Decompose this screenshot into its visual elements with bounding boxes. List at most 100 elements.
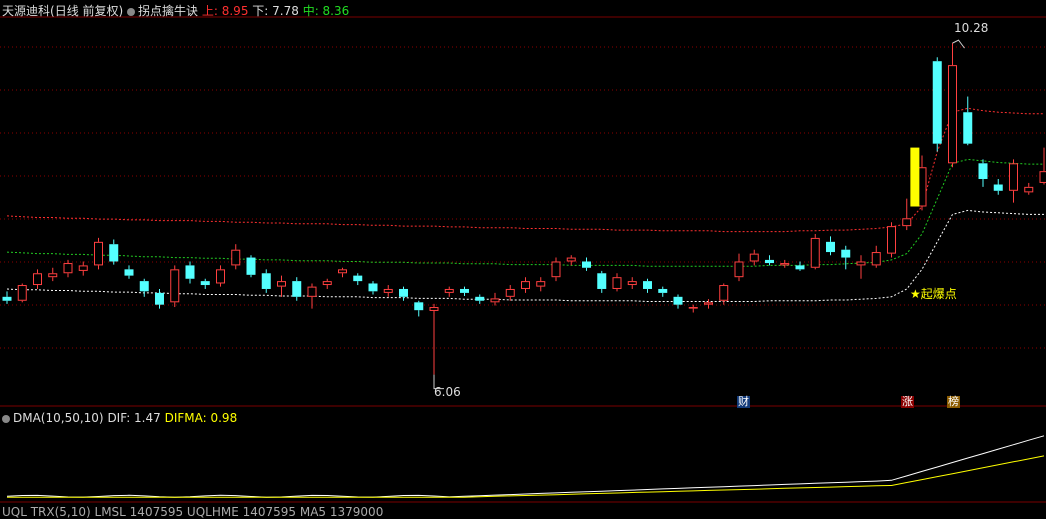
candle (414, 301, 423, 317)
candle (247, 255, 256, 277)
candle-body (674, 297, 683, 305)
candle-body (155, 293, 164, 305)
price-grid (0, 17, 1046, 406)
dif-line (7, 436, 1044, 497)
candle-body (186, 265, 195, 278)
candle (628, 277, 636, 289)
candle-body (781, 264, 789, 265)
candle (841, 246, 850, 270)
candle (872, 246, 880, 268)
candle (979, 159, 988, 186)
upper-label: 上: (202, 4, 222, 18)
candle (903, 199, 911, 230)
settings-dot-icon[interactable] (2, 415, 10, 423)
difma-line (7, 456, 1044, 497)
candle-body (872, 253, 880, 265)
candle (34, 269, 42, 289)
candle-body (826, 242, 835, 252)
candle-body (430, 308, 438, 311)
high-price-label: 10.28 (954, 21, 988, 35)
candle-body (460, 289, 469, 293)
candle-body (323, 282, 331, 285)
settings-dot-icon[interactable] (127, 8, 135, 16)
candle-body (1025, 187, 1033, 191)
candle-body (841, 250, 850, 258)
candle-body (232, 250, 240, 265)
period-label[interactable]: (日线 前复权) (50, 4, 123, 18)
candle (658, 287, 667, 297)
candle-body (963, 112, 972, 143)
candle (384, 285, 392, 297)
candle-body (491, 299, 499, 302)
candle-body (765, 260, 774, 263)
candle (475, 294, 484, 303)
mid-label: 中: (303, 4, 323, 18)
difma-label: DIFMA: (165, 411, 211, 425)
lower-label: 下: (252, 4, 272, 18)
candle-body (201, 281, 210, 285)
candle (109, 239, 118, 264)
stock-name[interactable]: 天源迪科 (2, 4, 50, 18)
candle-body (64, 264, 72, 273)
candle (308, 283, 316, 308)
lower-value: 7.78 (272, 4, 299, 18)
signal-label: ★起爆点 (910, 287, 957, 301)
candle-body (658, 289, 667, 293)
candle-body (567, 258, 575, 261)
candle (262, 269, 271, 293)
kline-chart[interactable] (0, 0, 1046, 513)
event-tag-ranking[interactable]: 榜 (947, 396, 960, 408)
candle-body (79, 266, 87, 270)
candle (18, 283, 26, 302)
candle-body (522, 282, 530, 289)
candle-body (3, 297, 12, 301)
bands (7, 108, 1044, 301)
event-tag-limit-up[interactable]: 涨 (901, 396, 914, 408)
candle (765, 255, 774, 265)
candle (750, 250, 758, 266)
low-price-label: 6.06 (434, 385, 461, 399)
candle-body (414, 302, 423, 310)
candle-body (171, 270, 179, 302)
candle-body (278, 282, 286, 286)
candle (597, 271, 606, 293)
event-tag-finance[interactable]: 财 (737, 396, 750, 408)
candle-body (857, 262, 865, 265)
candle (140, 279, 149, 297)
candle-body (1010, 164, 1018, 190)
candle (217, 265, 225, 286)
candle-body (308, 287, 316, 296)
candle (888, 222, 896, 257)
candle (3, 291, 12, 304)
upper-value: 8.95 (222, 4, 249, 18)
candle-body (628, 282, 636, 285)
signal-bar (910, 148, 919, 207)
candle-body (247, 258, 256, 275)
candle-body (720, 286, 728, 301)
candle (720, 283, 728, 304)
candle (125, 265, 134, 278)
upper-band-line (7, 108, 1044, 231)
sub-header: DMA(10,50,10) DIF: 1.47 DIFMA: 0.98 (2, 411, 237, 425)
indicator-name[interactable]: 拐点擒牛诀 (138, 4, 198, 18)
candle-body (597, 273, 606, 289)
candle (613, 273, 621, 291)
candle-body (95, 242, 103, 265)
candle-body (140, 281, 149, 291)
sub-indicator-name[interactable]: DMA(10,50,10) (13, 411, 104, 425)
candle (339, 268, 347, 277)
candle-body (613, 278, 621, 289)
candle (95, 238, 103, 269)
candle-body (369, 283, 378, 291)
candle-body (689, 308, 697, 309)
candle-body (262, 273, 271, 289)
candle-body (796, 265, 805, 269)
candle (201, 279, 210, 289)
candle-body (994, 185, 1003, 191)
candle (278, 276, 286, 297)
candle-body (582, 261, 591, 267)
candle-body (353, 276, 362, 281)
candle (735, 254, 743, 281)
candle-body (1040, 172, 1046, 183)
candle (811, 234, 819, 269)
